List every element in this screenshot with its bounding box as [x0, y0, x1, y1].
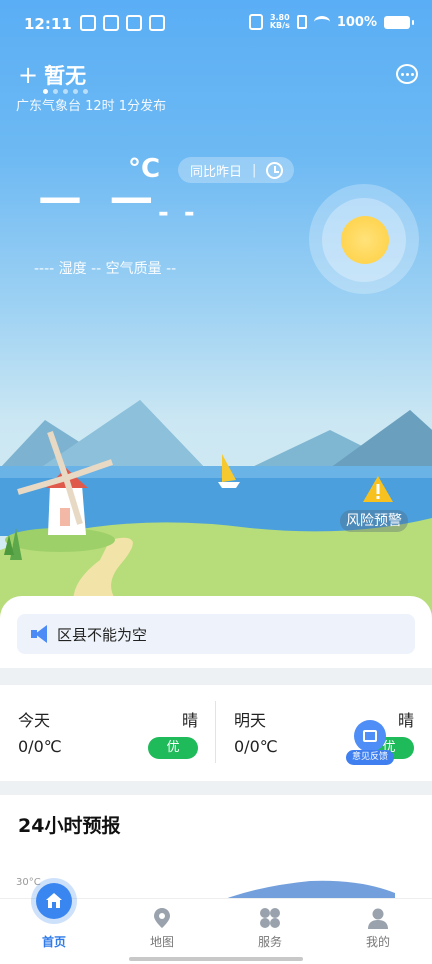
battery-icon	[384, 15, 414, 29]
day-name: 今天	[18, 711, 51, 730]
risk-warning-button[interactable]: 风险预警	[340, 510, 408, 532]
weather-hero: 12:11 3.80KB/s 100% + 暂无 广东气象台 12时 1分发布	[0, 0, 432, 620]
net-speed: 3.80 KB/s	[269, 13, 290, 30]
status-time: 12:11	[24, 15, 72, 33]
current-temperature: — —	[38, 172, 160, 223]
feedback-icon	[354, 720, 386, 752]
status-bar: 12:11 3.80 KB/s 100%	[0, 0, 432, 52]
compare-label: 同比昨日	[190, 164, 243, 180]
nav-profile[interactable]: 我的	[324, 899, 432, 964]
page-dot	[63, 89, 68, 94]
user-icon	[368, 908, 388, 929]
nav-home[interactable]: 首页	[0, 883, 108, 964]
landscape-illustration	[0, 400, 432, 620]
sim-icon	[296, 15, 307, 29]
feedback-label: 意见反馈	[346, 750, 394, 765]
notice-bar[interactable]: 区县不能为空	[17, 614, 415, 654]
battery-percent: 100%	[336, 14, 377, 30]
feedback-button[interactable]: 意见反馈	[346, 720, 394, 766]
home-icon	[36, 883, 72, 919]
compare-separator: |	[252, 162, 257, 178]
nav-label: 我的	[365, 935, 390, 949]
message-icon[interactable]	[396, 64, 418, 84]
nav-label: 服务	[257, 935, 282, 949]
warning-triangle-icon[interactable]	[361, 474, 395, 504]
vibrate-icon	[248, 14, 263, 30]
notification-app-icon	[103, 15, 119, 31]
gesture-bar	[129, 957, 303, 961]
aqi-badge: 优	[148, 737, 198, 759]
nav-label: 首页	[41, 935, 66, 949]
map-pin-icon	[154, 908, 170, 928]
weather-condition: - -	[158, 198, 198, 228]
nav-services[interactable]: 服务	[216, 899, 324, 964]
notification-app-icon	[126, 15, 142, 31]
day-condition: 晴	[397, 711, 414, 730]
day-name: 明天	[234, 711, 267, 730]
nav-label: 地图	[149, 935, 174, 949]
humidity-air-quality: ---- 湿度 -- 空气质量 --	[34, 261, 177, 277]
speaker-icon	[31, 625, 49, 643]
notification-app-icon	[80, 15, 96, 31]
publish-info: 广东气象台 12时 1分发布	[16, 99, 167, 114]
page-dot	[73, 89, 78, 94]
page-dot	[53, 89, 58, 94]
day-temperature: 0/0℃	[234, 737, 278, 756]
city-name: 暂无	[44, 64, 87, 88]
plus-icon: +	[18, 61, 39, 89]
page-indicator	[43, 89, 88, 94]
forecast-axis-tick: 30°C	[16, 877, 41, 888]
nav-map[interactable]: 地图	[108, 899, 216, 964]
notification-app-icon	[149, 15, 165, 31]
page-dot	[83, 89, 88, 94]
clock-icon	[266, 161, 284, 179]
day-condition: 晴	[181, 711, 198, 730]
day-card-tomorrow[interactable]: 明天 晴 0/0℃ 优	[216, 685, 432, 781]
notice-text: 区县不能为空	[57, 625, 148, 644]
forecast-title: 24小时预报	[18, 815, 121, 837]
add-city-button[interactable]: + 暂无	[18, 60, 86, 90]
notification-icons	[80, 15, 165, 31]
day-card-today[interactable]: 今天 晴 0/0℃ 优	[0, 685, 216, 781]
page-dot	[43, 89, 48, 94]
status-right: 3.80 KB/s 100%	[248, 13, 414, 30]
grid-icon	[260, 908, 280, 928]
bottom-nav: 首页 地图 服务 我的	[0, 883, 432, 964]
wifi-icon	[313, 16, 330, 28]
compare-yesterday-button[interactable]: 同比昨日 |	[178, 157, 294, 183]
sun-icon	[341, 216, 389, 264]
day-temperature: 0/0℃	[18, 737, 62, 756]
